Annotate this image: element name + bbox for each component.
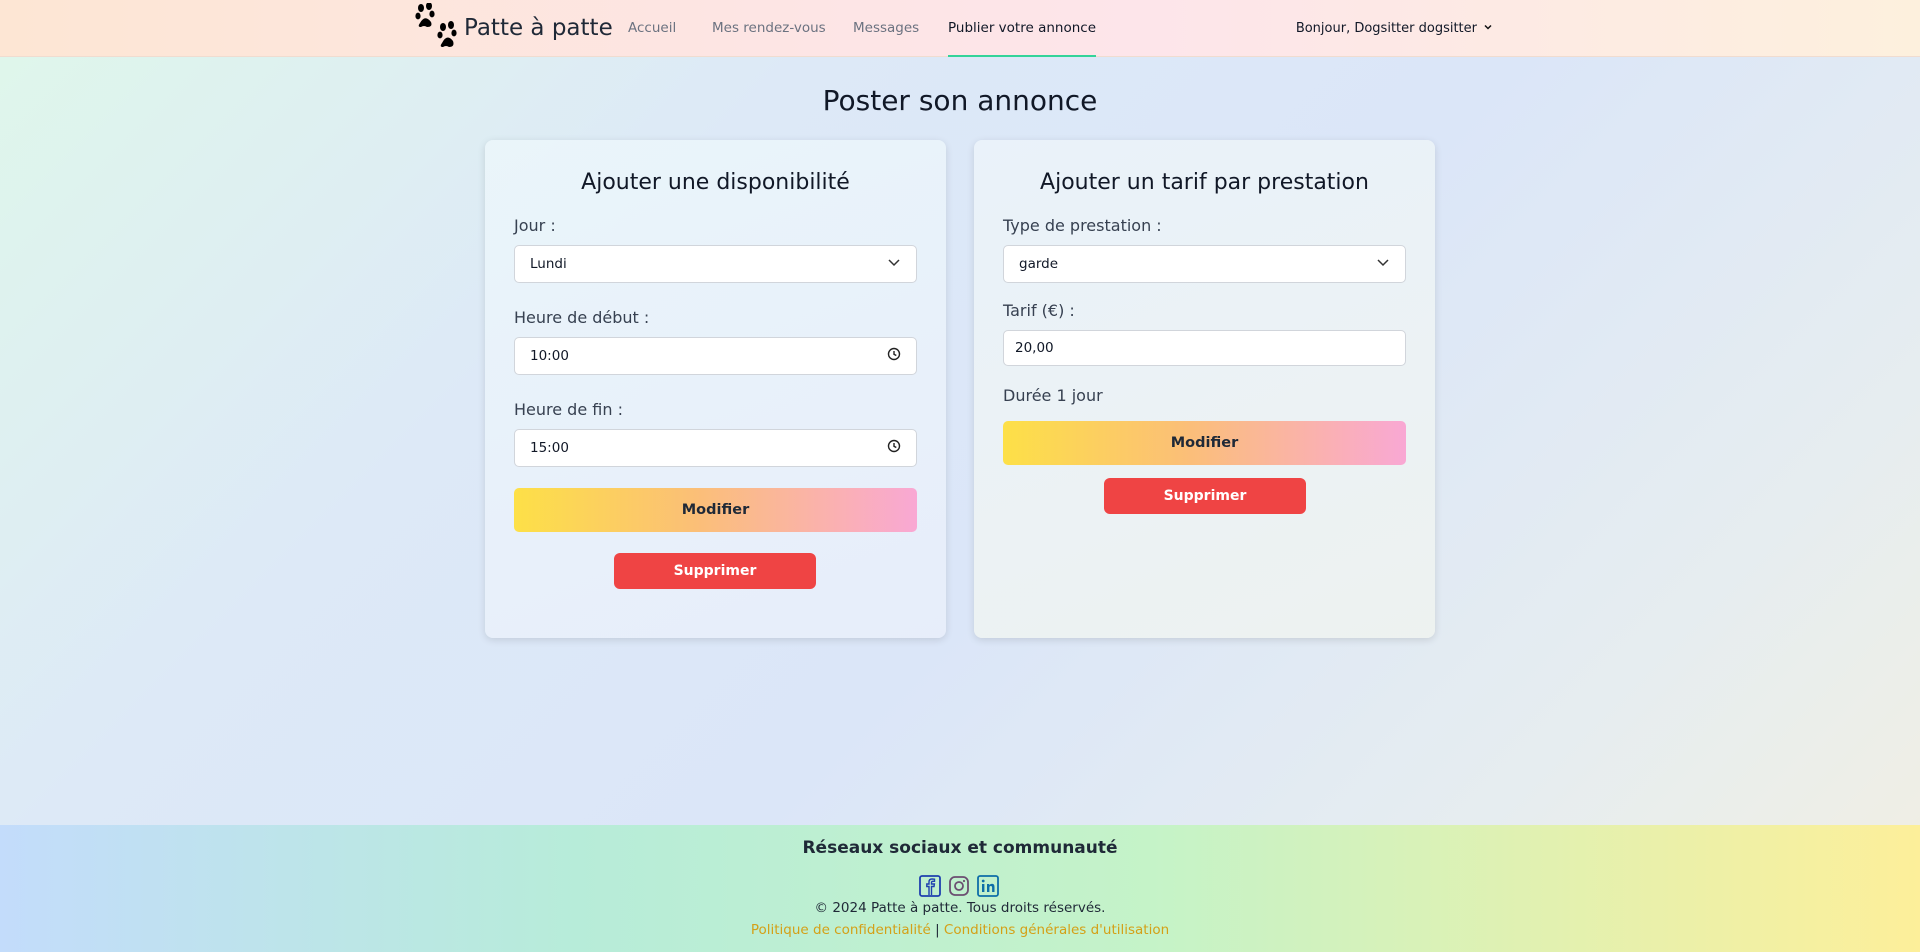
start-time-value: 10:00: [530, 348, 569, 364]
day-select-value: Lundi: [530, 256, 567, 272]
social-links: [919, 875, 999, 897]
start-time-input[interactable]: 10:00: [514, 337, 917, 375]
end-time-value: 15:00: [530, 440, 569, 456]
nav-mes-rendez-vous[interactable]: Mes rendez-vous: [712, 0, 826, 57]
chevron-down-icon: [887, 255, 901, 273]
chevron-down-icon: [1376, 255, 1390, 273]
user-menu[interactable]: Bonjour, Dogsitter dogsitter: [1296, 0, 1493, 57]
clock-icon[interactable]: [887, 347, 901, 365]
instagram-icon[interactable]: [948, 875, 970, 897]
clock-icon[interactable]: [887, 439, 901, 457]
footer-title: Réseaux sociaux et communauté: [802, 838, 1118, 858]
service-type-label: Type de prestation :: [1003, 216, 1162, 235]
footer-links: Politique de confidentialité | Condition…: [0, 922, 1920, 938]
availability-title: Ajouter une disponibilité: [581, 170, 850, 195]
pricing-card: Ajouter un tarif par prestation Type de …: [974, 140, 1435, 638]
pricing-title: Ajouter un tarif par prestation: [1040, 170, 1369, 195]
paw-logo-icon: [414, 1, 458, 54]
availability-delete-button[interactable]: Supprimer: [614, 553, 816, 589]
brand[interactable]: Patte à patte: [414, 1, 613, 54]
terms-link[interactable]: Conditions générales d'utilisation: [944, 922, 1169, 938]
footer: Réseaux sociaux et communauté © 2024 Pat…: [0, 825, 1920, 952]
brand-name: Patte à patte: [464, 15, 613, 41]
start-time-label: Heure de début :: [514, 308, 650, 327]
page-title: Poster son annonce: [822, 84, 1098, 117]
linkedin-icon[interactable]: [977, 875, 999, 897]
availability-modify-button[interactable]: Modifier: [514, 488, 917, 532]
service-type-select[interactable]: garde: [1003, 245, 1406, 283]
facebook-icon[interactable]: [919, 875, 941, 897]
day-select[interactable]: Lundi: [514, 245, 917, 283]
top-navbar: Patte à patte Accueil Mes rendez-vous Me…: [0, 0, 1920, 57]
pricing-modify-button[interactable]: Modifier: [1003, 421, 1406, 465]
user-greeting: Bonjour, Dogsitter dogsitter: [1295, 21, 1477, 36]
copyright: © 2024 Patte à patte. Tous droits réserv…: [814, 900, 1106, 916]
day-label: Jour :: [514, 216, 556, 235]
end-time-label: Heure de fin :: [514, 400, 623, 419]
price-input[interactable]: 20,00: [1003, 330, 1406, 366]
end-time-input[interactable]: 15:00: [514, 429, 917, 467]
price-value: 20,00: [1015, 340, 1054, 356]
duration-text: Durée 1 jour: [1003, 386, 1103, 405]
nav-accueil[interactable]: Accueil: [628, 0, 676, 57]
nav-messages[interactable]: Messages: [853, 0, 919, 57]
service-type-value: garde: [1019, 256, 1059, 272]
nav-publier-annonce[interactable]: Publier votre annonce: [948, 0, 1096, 57]
availability-card: Ajouter une disponibilité Jour : Lundi H…: [485, 140, 946, 638]
price-label: Tarif (€) :: [1003, 301, 1075, 320]
link-separator: |: [935, 922, 940, 938]
pricing-delete-button[interactable]: Supprimer: [1104, 478, 1306, 514]
privacy-policy-link[interactable]: Politique de confidentialité: [751, 922, 931, 938]
chevron-down-icon: [1483, 0, 1493, 57]
